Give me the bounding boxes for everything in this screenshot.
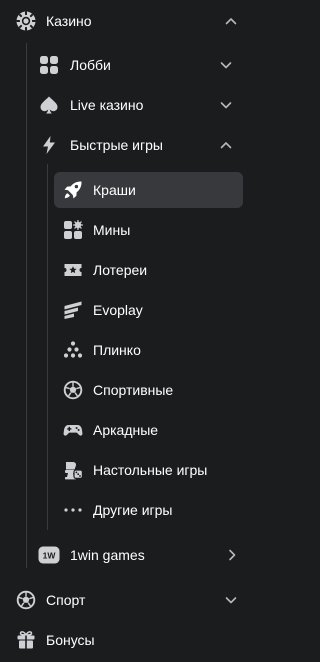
menu-item-mines-label: Мины xyxy=(93,222,131,238)
chevron-down-icon[interactable] xyxy=(223,592,239,608)
1win-logo-icon: 1W xyxy=(37,544,61,566)
menu-item-sports-games-label: Спортивные xyxy=(93,382,174,398)
menu-item-sport[interactable]: Спорт xyxy=(14,589,246,611)
menu-item-sports-games[interactable]: Спортивные xyxy=(62,380,238,400)
menu-item-lottery[interactable]: Лотереи xyxy=(62,260,238,280)
menu-item-1win-games[interactable]: 1W 1win games xyxy=(37,544,242,566)
menu-item-live-casino-label: Live казино xyxy=(70,97,144,113)
chevron-up-icon[interactable] xyxy=(223,13,239,29)
menu-item-arcade[interactable]: Аркадные xyxy=(62,420,238,440)
soccer-ball-icon xyxy=(14,589,38,611)
menu-item-fast-games[interactable]: Быстрые игры xyxy=(37,134,242,156)
menu-item-crash-label: Краши xyxy=(93,182,136,198)
chevron-down-icon[interactable] xyxy=(218,97,234,113)
menu-item-lobby[interactable]: Лобби xyxy=(37,54,242,76)
menu-item-casino[interactable]: Казино xyxy=(14,9,246,33)
chevron-up-icon[interactable] xyxy=(218,137,234,153)
menu-item-plinko-label: Плинко xyxy=(93,342,141,358)
menu-item-bonuses-label: Бонусы xyxy=(46,632,95,648)
lightning-icon xyxy=(37,134,61,156)
gamepad-icon xyxy=(62,420,84,440)
gift-icon xyxy=(14,629,38,651)
soccer-ball-icon xyxy=(62,380,84,400)
menu-item-casino-label: Казино xyxy=(46,13,92,29)
1win-badge-text: 1W xyxy=(43,551,57,561)
evoplay-icon xyxy=(62,300,84,320)
spade-icon xyxy=(37,94,61,116)
rocket-icon xyxy=(62,180,84,200)
menu-item-live-casino[interactable]: Live казино xyxy=(37,94,242,116)
menu-item-sport-label: Спорт xyxy=(46,592,86,608)
board-games-icon xyxy=(62,460,84,480)
menu-item-plinko[interactable]: Плинко xyxy=(62,340,238,360)
chevron-right-icon[interactable] xyxy=(224,547,240,563)
menu-item-mines[interactable]: Мины xyxy=(62,220,238,240)
menu-item-bonuses[interactable]: Бонусы xyxy=(14,629,246,651)
tree-line xyxy=(26,43,27,568)
menu-item-1win-games-label: 1win games xyxy=(70,547,145,563)
menu-item-fast-games-label: Быстрые игры xyxy=(70,137,163,153)
menu-item-crash[interactable]: Краши xyxy=(62,180,238,200)
mines-icon xyxy=(62,220,84,240)
menu-item-other-games[interactable]: Другие игры xyxy=(62,500,238,520)
menu-item-lottery-label: Лотереи xyxy=(93,262,148,278)
plinko-icon xyxy=(62,340,84,360)
lobby-grid-icon xyxy=(37,54,61,76)
more-dots-icon xyxy=(62,500,84,520)
menu-item-arcade-label: Аркадные xyxy=(93,422,159,438)
menu-item-board-games-label: Настольные игры xyxy=(93,462,208,478)
menu-item-lobby-label: Лобби xyxy=(70,57,111,73)
menu-item-other-games-label: Другие игры xyxy=(93,502,173,518)
menu-item-board-games[interactable]: Настольные игры xyxy=(62,460,238,480)
tree-line xyxy=(47,164,48,530)
casino-chip-icon xyxy=(14,9,38,33)
menu-item-evoplay[interactable]: Evoplay xyxy=(62,300,238,320)
menu-item-evoplay-label: Evoplay xyxy=(93,302,143,318)
sidebar-menu: Казино Лобби Live казино Быстрые игры Кр… xyxy=(0,0,259,662)
lottery-ticket-icon xyxy=(62,260,84,280)
chevron-down-icon[interactable] xyxy=(218,57,234,73)
